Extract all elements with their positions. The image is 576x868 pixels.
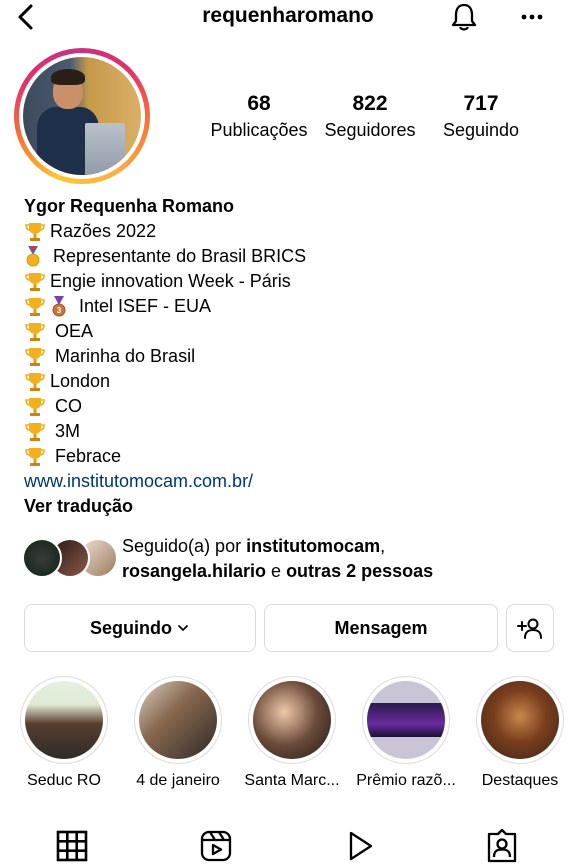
followed-by-user[interactable]: institutomocam	[246, 536, 380, 556]
message-button[interactable]: Mensagem	[264, 604, 498, 652]
highlight-cover	[481, 681, 559, 759]
bio-line: Razões 2022	[24, 219, 554, 244]
add-user-icon	[517, 618, 542, 639]
trophy-icon	[25, 372, 45, 391]
play-icon[interactable]	[342, 828, 378, 864]
stat-following-count: 717	[463, 92, 499, 115]
bio-line: Representante do Brasil BRICS	[24, 244, 554, 269]
bio-line: CO	[24, 394, 554, 419]
bio-line-text: Febrace	[50, 446, 122, 466]
bio-line: OEA	[24, 319, 554, 344]
svg-text:3: 3	[57, 306, 62, 315]
trophy-icon	[25, 347, 45, 366]
bio-line: London	[24, 369, 554, 394]
stat-followers-label: Seguidores	[324, 120, 416, 140]
tagged-icon[interactable]	[484, 828, 520, 864]
trophy-icon	[25, 222, 45, 241]
highlight-4-de-janeiro[interactable]: 4 de janeiro	[128, 676, 228, 790]
followed-by-text: Seguido(a) por institutomocam, rosangela…	[122, 536, 434, 581]
gold-medal-icon	[26, 245, 40, 266]
bio-line-text: 3M	[50, 421, 81, 441]
bio-link[interactable]: www.institutomocam.com.br/	[24, 469, 554, 494]
add-user-button[interactable]	[506, 604, 554, 652]
profile-avatar-story-ring[interactable]	[14, 48, 150, 184]
bio-line: 3M	[24, 419, 554, 444]
highlight-label: Seduc RO	[27, 772, 101, 789]
trophy-icon	[25, 272, 45, 291]
trophy-icon	[25, 447, 45, 466]
top-bar: requenharomano	[0, 0, 576, 38]
followed-by-others[interactable]: outras 2 pessoas	[286, 561, 433, 581]
bronze-medal-icon: 3	[52, 295, 66, 316]
trophy-icon	[25, 422, 45, 441]
bio-line-text: London	[50, 371, 111, 391]
grid-icon[interactable]	[54, 828, 90, 864]
profile-full-name: Ygor Requenha Romano	[24, 196, 235, 216]
stat-posts[interactable]: 68 Publicações	[204, 92, 314, 141]
stat-posts-count: 68	[247, 92, 271, 115]
bio-lines: Razões 2022 Representante do Brasil BRIC…	[24, 219, 554, 469]
bio-line-text: Representante do Brasil BRICS	[48, 246, 307, 266]
trophy-icon	[25, 397, 45, 416]
bio-line-text: OEA	[50, 321, 94, 341]
chevron-down-icon	[178, 625, 188, 631]
bio-line-text: Engie innovation Week - Páris	[50, 271, 291, 291]
followed-by-user[interactable]: rosangela.hilario	[122, 561, 266, 581]
bio-line: Marinha do Brasil	[24, 344, 554, 369]
stat-followers-count: 822	[352, 92, 388, 115]
profile-username: requenharomano	[202, 4, 374, 27]
following-button-label: Seguindo	[90, 617, 172, 638]
bio-line: Febrace	[24, 444, 554, 469]
bio-line-text: CO	[50, 396, 83, 416]
highlight-label: 4 de janeiro	[136, 772, 220, 789]
followed-by[interactable]: Seguido(a) por institutomocam, rosangela…	[22, 534, 562, 584]
following-button[interactable]: Seguindo	[24, 604, 256, 652]
bio-line-text: Intel ISEF - EUA	[74, 296, 212, 316]
highlight-label: Destaques	[481, 772, 559, 789]
bio-line: 3 Intel ISEF - EUA	[24, 294, 554, 319]
highlight-seduc-ro[interactable]: Seduc RO	[14, 676, 114, 790]
avatar	[23, 57, 141, 175]
highlight-premio-razoes[interactable]: Prêmio razõ...	[356, 676, 456, 790]
highlight-destaques[interactable]: Destaques	[470, 676, 570, 790]
highlight-label: Prêmio razõ...	[356, 772, 456, 789]
more-horizontal-icon[interactable]	[518, 4, 546, 30]
highlight-cover	[253, 681, 331, 759]
bio-line-text: Marinha do Brasil	[50, 346, 196, 366]
stat-following-label: Seguindo	[442, 120, 520, 140]
highlight-label: Santa Marc...	[244, 772, 340, 789]
trophy-icon	[25, 297, 45, 316]
highlight-cover	[25, 681, 103, 759]
reels-icon[interactable]	[198, 828, 234, 864]
trophy-icon	[25, 322, 45, 341]
bio-line: Engie innovation Week - Páris	[24, 269, 554, 294]
bell-icon[interactable]	[448, 1, 480, 33]
message-button-label: Mensagem	[334, 617, 428, 638]
profile-tab-bar	[0, 820, 576, 868]
stat-followers[interactable]: 822 Seguidores	[315, 92, 425, 141]
highlight-cover	[139, 681, 217, 759]
bio-line-text: Razões 2022	[50, 221, 157, 241]
see-translation-link[interactable]: Ver tradução	[24, 494, 554, 519]
stat-following[interactable]: 717 Seguindo	[426, 92, 536, 141]
highlight-santa-marc[interactable]: Santa Marc...	[242, 676, 342, 790]
profile-bio: Ygor Requenha Romano Razões 2022 Represe…	[24, 194, 554, 519]
stat-posts-label: Publicações	[210, 120, 308, 140]
highlight-cover	[367, 681, 445, 759]
follower-avatar	[22, 538, 62, 578]
